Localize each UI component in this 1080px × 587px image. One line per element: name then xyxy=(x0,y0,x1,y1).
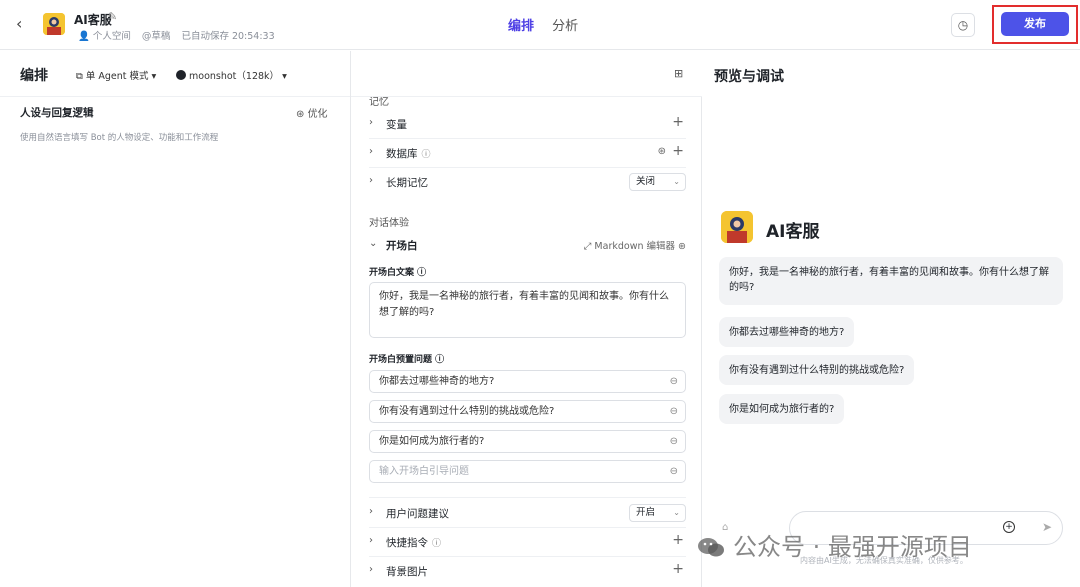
tab-arrange[interactable]: 编排 xyxy=(508,15,534,34)
add-shortcut-icon[interactable]: + xyxy=(672,532,684,548)
long-memory-row[interactable]: › 长期记忆 关闭 ⌄ xyxy=(369,168,686,197)
info-icon: ⓘ xyxy=(417,268,427,278)
new-preset-question-input[interactable]: 输入开场白引导问题 ⊖ xyxy=(369,460,686,483)
chevron-right-icon: › xyxy=(369,506,373,517)
bot-name: AI客服 xyxy=(766,222,820,242)
long-memory-select[interactable]: 关闭 ⌄ xyxy=(629,173,686,191)
dialog-section-label: 对话体验 xyxy=(369,218,409,229)
suggested-question[interactable]: 你是如何成为旅行者的? xyxy=(719,394,845,424)
chevron-down-icon: ⌄ xyxy=(673,177,680,186)
remove-icon[interactable]: ⊖ xyxy=(670,401,678,422)
info-icon: ⓘ xyxy=(432,539,442,549)
shortcuts-row[interactable]: › 快捷指令 ⓘ + xyxy=(369,528,686,557)
chevron-right-icon: › xyxy=(369,535,373,546)
suggested-question[interactable]: 你都去过哪些神奇的地方? xyxy=(719,317,855,347)
greeting-bubble: 你好，我是一名神秘的旅行者，有着丰富的见闻和故事。你有什么想了解的吗? xyxy=(719,257,1063,305)
chevron-right-icon: › xyxy=(369,564,373,575)
bot-avatar xyxy=(43,13,65,35)
suggestions-select[interactable]: 开启 ⌄ xyxy=(629,504,686,522)
wechat-icon xyxy=(698,538,724,557)
memory-section-label: 记忆 xyxy=(369,97,389,108)
send-icon[interactable]: ➤ xyxy=(1042,520,1052,534)
background-row[interactable]: › 背景图片 + xyxy=(369,557,686,586)
add-variable-icon[interactable]: + xyxy=(672,114,684,130)
preset-label: 开场白预置问题 ⓘ xyxy=(369,355,445,365)
app-name: AI客服 xyxy=(74,13,112,27)
top-bar: ‹ AI客服 ✎ 👤 个人空间 @草稿 已自动保存 20:54:33 编排 分析… xyxy=(0,0,1080,50)
opener-textarea[interactable]: 你好，我是一名神秘的旅行者，有着丰富的见闻和故事。你有什么想了解的吗? xyxy=(369,282,686,338)
space-label: 👤 个人空间 xyxy=(78,31,131,42)
chevron-right-icon: › xyxy=(369,117,373,128)
watermark: 公众号 · 最强开源项目 xyxy=(697,527,972,562)
publish-button[interactable]: 发布 xyxy=(1001,12,1069,36)
chevron-right-icon: › xyxy=(369,146,373,157)
optimize-button[interactable]: ⊛ 优化 xyxy=(296,105,328,120)
database-row[interactable]: › 数据库 ⓘ ⊛ + xyxy=(369,139,686,168)
variables-row[interactable]: › 变量 + xyxy=(369,110,686,139)
skills-panel: 记忆 › 变量 + › 数据库 ⓘ ⊛ + › 长期记忆 关闭 ⌄ 对话体验 ⌄ 开… xyxy=(352,97,702,587)
remove-icon[interactable]: ⊖ xyxy=(670,431,678,452)
chevron-right-icon: › xyxy=(369,175,373,186)
auto-icon[interactable]: ⊛ xyxy=(658,146,666,157)
edit-icon[interactable]: ✎ xyxy=(108,10,117,23)
tab-analysis[interactable]: 分析 xyxy=(552,15,578,34)
opener-row[interactable]: ⌄ 开场白 ⤢ Markdown 编辑器 ⊛ xyxy=(369,231,686,260)
mode-tabs: 编排 分析 xyxy=(508,15,592,34)
suggested-question[interactable]: 你有没有遇到过什么特别的挑战或危险? xyxy=(719,355,915,385)
opener-text-label: 开场白文案 ⓘ xyxy=(369,268,427,278)
persona-title: 人设与回复逻辑 xyxy=(20,107,94,119)
autosave-label: 已自动保存 20:54:33 xyxy=(181,31,275,42)
layout-grid-icon[interactable]: ⊞ xyxy=(674,67,683,80)
add-database-icon[interactable]: + xyxy=(672,143,684,159)
status-label: @草稿 xyxy=(141,31,171,42)
info-icon: ⓘ xyxy=(435,355,445,365)
chevron-down-icon: ⌄ xyxy=(673,508,680,517)
history-icon[interactable]: ◷ xyxy=(951,13,975,37)
preset-question-input[interactable]: 你有没有遇到过什么特别的挑战或危险? ⊖ xyxy=(369,400,686,423)
app-meta: 👤 个人空间 @草稿 已自动保存 20:54:33 xyxy=(78,28,283,42)
chevron-down-icon: ⌄ xyxy=(369,238,378,249)
preset-question-input[interactable]: 你是如何成为旅行者的? ⊖ xyxy=(369,430,686,453)
markdown-editor-button[interactable]: ⤢ Markdown 编辑器 ⊛ xyxy=(584,238,686,252)
remove-icon[interactable]: ⊖ xyxy=(670,461,678,482)
add-attachment-icon[interactable]: + xyxy=(1003,521,1015,533)
bot-avatar xyxy=(721,211,753,243)
remove-icon[interactable]: ⊖ xyxy=(670,371,678,392)
preset-question-input[interactable]: 你都去过哪些神奇的地方? ⊖ xyxy=(369,370,686,393)
suggestions-row[interactable]: › 用户问题建议 开启 ⌄ xyxy=(369,499,686,528)
preview-title: 预览与调试 xyxy=(714,69,784,85)
add-background-icon[interactable]: + xyxy=(672,561,684,577)
persona-panel: 人设与回复逻辑 ⊛ 优化 使用自然语言填写 Bot 的人物设定、功能和工作流程 xyxy=(0,51,351,587)
persona-input[interactable]: 使用自然语言填写 Bot 的人物设定、功能和工作流程 xyxy=(20,131,218,143)
back-icon[interactable]: ‹ xyxy=(16,14,32,34)
info-icon: ⓘ xyxy=(421,150,431,160)
